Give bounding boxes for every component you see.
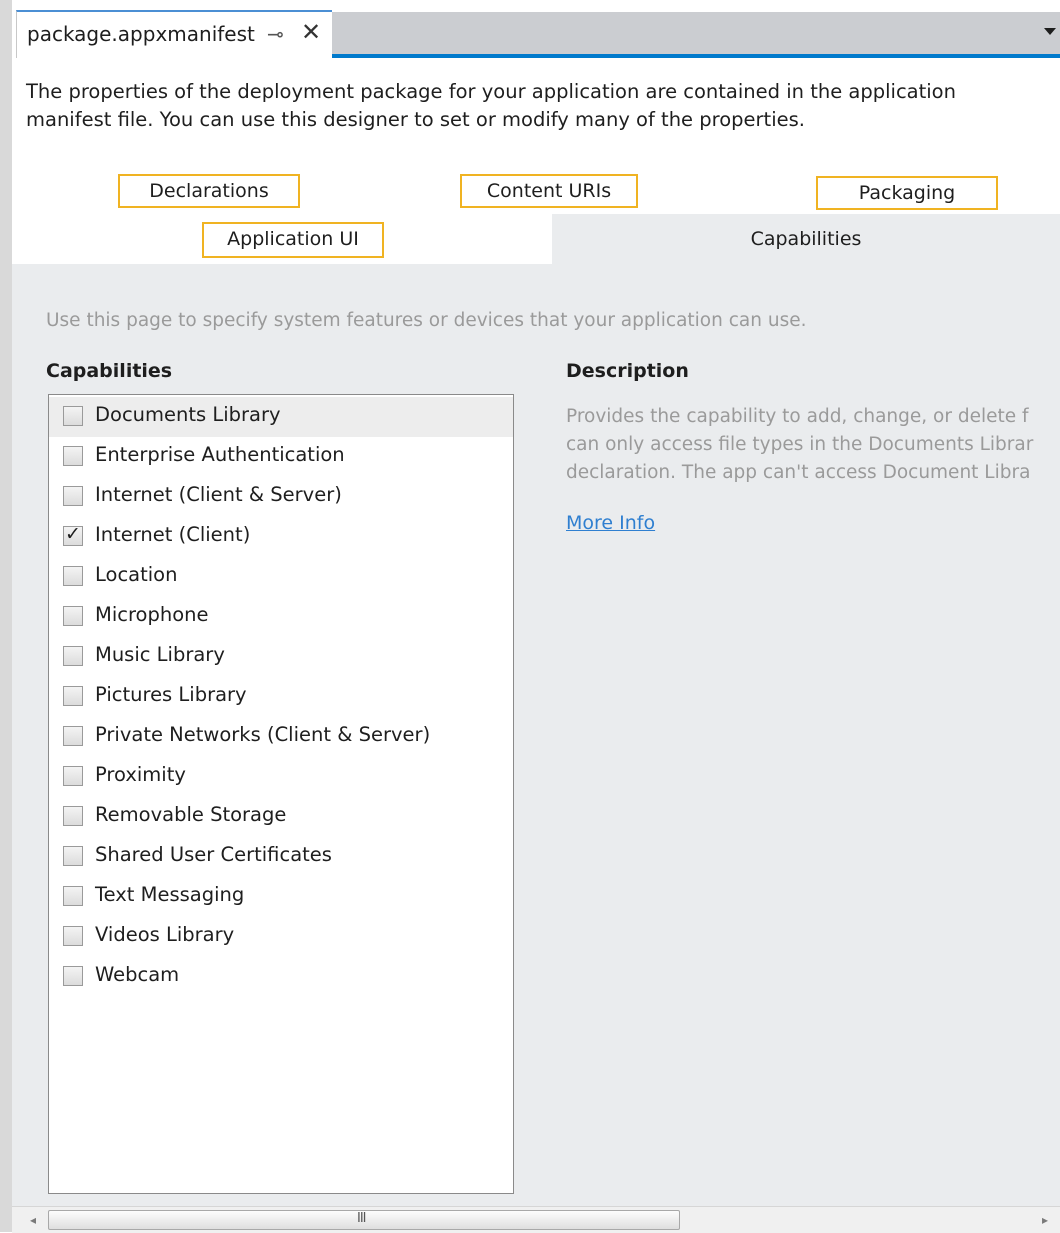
capability-checkbox[interactable] (63, 486, 83, 506)
capability-label: Pictures Library (95, 683, 247, 706)
capability-checkbox[interactable] (63, 846, 83, 866)
capability-item[interactable]: Location (49, 557, 513, 597)
close-icon[interactable]: ✕ (301, 18, 321, 46)
horizontal-scrollbar[interactable]: ◂ III ▸ (12, 1206, 1060, 1233)
tab-capabilities[interactable]: Capabilities (552, 214, 1060, 264)
capability-item[interactable]: Videos Library (49, 917, 513, 957)
capability-label: Music Library (95, 643, 225, 666)
capability-checkbox[interactable] (63, 926, 83, 946)
capability-checkbox[interactable] (63, 686, 83, 706)
capability-checkbox[interactable] (63, 806, 83, 826)
capability-item[interactable]: Pictures Library (49, 677, 513, 717)
document-tab-strip: package.appxmanifest ⊸ ✕ (12, 0, 1060, 58)
capability-checkbox[interactable] (63, 726, 83, 746)
description-heading: Description (566, 360, 689, 382)
capability-checkbox[interactable]: ✓ (63, 523, 83, 546)
capability-label: Webcam (95, 963, 180, 986)
pin-icon[interactable]: ⊸ (267, 22, 284, 46)
description-text: Provides the capability to add, change, … (566, 406, 1060, 496)
capability-checkbox[interactable] (63, 886, 83, 906)
capability-item[interactable]: Music Library (49, 637, 513, 677)
capability-checkbox[interactable] (63, 766, 83, 786)
scrollbar-thumb[interactable]: III (48, 1210, 680, 1230)
capability-checkbox[interactable] (63, 446, 83, 466)
capability-label: Location (95, 563, 178, 586)
capability-label: Text Messaging (95, 883, 245, 906)
capability-checkbox[interactable] (63, 566, 83, 586)
manifest-designer-window: package.appxmanifest ⊸ ✕ The properties … (0, 0, 1060, 1233)
capability-label: Private Networks (Client & Server) (95, 723, 431, 746)
capability-label: Internet (Client & Server) (95, 483, 342, 506)
capability-checkbox[interactable] (63, 646, 83, 666)
tab-strip-accent (332, 54, 1060, 58)
tab-packaging[interactable]: Packaging (816, 176, 998, 210)
capability-item[interactable]: Internet (Client & Server) (49, 477, 513, 517)
capability-label: Removable Storage (95, 803, 287, 826)
capability-item[interactable]: Text Messaging (49, 877, 513, 917)
description-line: can only access file types in the Docume… (566, 434, 1034, 455)
scroll-left-icon[interactable]: ◂ (30, 1213, 36, 1227)
document-tab[interactable]: package.appxmanifest ⊸ ✕ (16, 10, 332, 58)
capability-item[interactable]: Private Networks (Client & Server) (49, 717, 513, 757)
capability-item[interactable]: Microphone (49, 597, 513, 637)
capability-label: Microphone (95, 603, 209, 626)
capability-checkbox[interactable] (63, 406, 83, 426)
capabilities-heading: Capabilities (46, 360, 173, 382)
scrollbar-grip-icon: III (357, 1211, 366, 1226)
capability-checkbox[interactable] (63, 966, 83, 986)
capability-label: Proximity (95, 763, 186, 786)
capability-item[interactable]: Removable Storage (49, 797, 513, 837)
capabilities-list[interactable]: Documents Library Enterprise Authenticati… (48, 394, 514, 1194)
tab-declarations[interactable]: Declarations (118, 174, 300, 208)
capability-checkbox[interactable] (63, 606, 83, 626)
capability-item[interactable]: Webcam (49, 957, 513, 997)
capability-label: Enterprise Authentication (95, 443, 345, 466)
capability-item[interactable]: Documents Library (49, 397, 513, 437)
tab-application-ui[interactable]: Application UI (202, 222, 384, 258)
capability-label: Internet (Client) (95, 523, 251, 546)
capability-item[interactable]: ✓ Internet (Client) (49, 517, 513, 557)
scroll-right-icon[interactable]: ▸ (1042, 1213, 1048, 1227)
capability-item[interactable]: Enterprise Authentication (49, 437, 513, 477)
checkmark-icon: ✓ (65, 523, 81, 545)
intro-text: The properties of the deployment package… (26, 80, 956, 131)
capability-label: Shared User Certificates (95, 843, 332, 866)
capability-label: Documents Library (95, 403, 281, 426)
description-line: declaration. The app can't access Docume… (566, 462, 1031, 483)
page-hint: Use this page to specify system features… (46, 310, 807, 331)
more-info-link[interactable]: More Info (566, 512, 655, 534)
capability-label: Videos Library (95, 923, 235, 946)
capability-item[interactable]: Shared User Certificates (49, 837, 513, 877)
capability-item[interactable]: Proximity (49, 757, 513, 797)
tab-content-uris[interactable]: Content URIs (460, 174, 638, 208)
document-tab-title: package.appxmanifest (27, 22, 255, 46)
tab-strip-background (332, 12, 1060, 56)
left-edge (0, 0, 12, 1232)
description-line: Provides the capability to add, change, … (566, 406, 1029, 427)
tab-dropdown-icon[interactable] (1044, 28, 1056, 35)
